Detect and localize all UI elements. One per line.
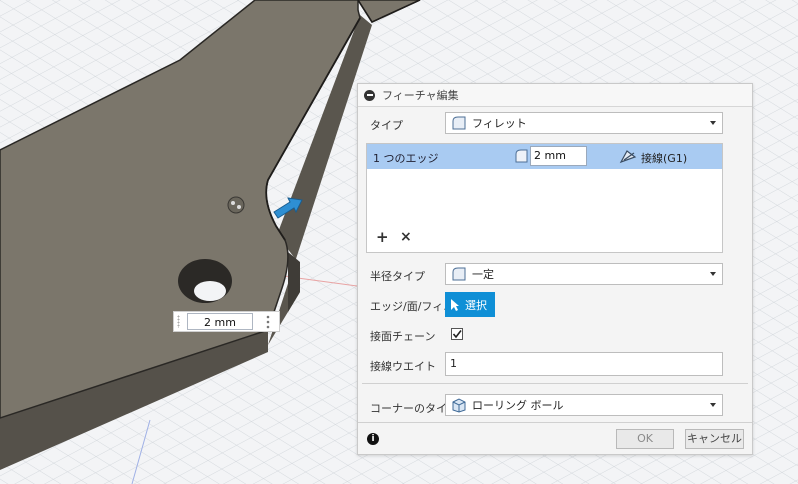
edge-radius-input[interactable]: 2 mm — [530, 146, 587, 166]
fillet-radius-icon — [515, 149, 528, 163]
section-divider — [362, 383, 748, 384]
dimension-value[interactable]: 2 mm — [187, 313, 253, 330]
tangent-chain-checkbox[interactable] — [451, 328, 463, 340]
remove-icon[interactable]: × — [400, 230, 412, 245]
corner-type-select[interactable]: ローリング ボール — [445, 394, 723, 416]
tangent-chain-label: 接面チェーン — [370, 330, 436, 343]
chevron-down-icon — [710, 403, 716, 407]
type-label: タイプ — [370, 119, 403, 132]
sketch-marker-icon — [227, 196, 245, 214]
feature-edit-dialog: フィーチャ編集 タイプ フィレット 1 つのエッジ 2 mm 接線(G1) + … — [357, 83, 753, 455]
constant-radius-icon — [452, 267, 466, 281]
sketch-marker-dot-2 — [237, 205, 241, 209]
select-button[interactable]: 選択 — [445, 292, 495, 317]
radius-type-select[interactable]: 一定 — [445, 263, 723, 285]
more-options-icon[interactable] — [262, 315, 274, 329]
tangent-g1-icon[interactable] — [619, 148, 637, 164]
chevron-down-icon — [710, 272, 716, 276]
checkmark-icon — [452, 330, 462, 339]
tangent-label[interactable]: 接線(G1) — [641, 150, 687, 166]
part-hole-inner — [194, 281, 226, 301]
info-icon[interactable]: i — [367, 433, 379, 445]
ok-button[interactable]: OK — [616, 429, 674, 449]
chevron-down-icon — [710, 121, 716, 125]
dialog-footer: i OK キャンセル — [358, 422, 752, 456]
cursor-arrow-icon — [451, 298, 459, 311]
cancel-button[interactable]: キャンセル — [685, 429, 744, 449]
collapse-icon[interactable] — [364, 89, 375, 101]
radius-type-value: 一定 — [472, 268, 494, 281]
tangent-weight-label: 接線ウエイト — [370, 360, 436, 373]
edge-row-label: 1 つのエッジ — [373, 152, 439, 165]
radius-type-label: 半径タイプ — [370, 270, 425, 283]
type-select[interactable]: フィレット — [445, 112, 723, 134]
edge-selection-list[interactable]: 1 つのエッジ 2 mm 接線(G1) + × — [366, 143, 723, 253]
fillet-icon — [452, 116, 466, 130]
drag-grip-icon[interactable] — [177, 315, 180, 328]
edge-select-label: エッジ/面/フィ… — [370, 300, 455, 313]
add-icon[interactable]: + — [376, 230, 389, 245]
dialog-title-bar[interactable]: フィーチャ編集 — [358, 84, 752, 107]
type-select-value: フィレット — [472, 117, 527, 130]
select-button-label: 選択 — [465, 298, 487, 312]
rolling-ball-icon — [452, 398, 466, 413]
tangent-weight-input[interactable]: 1 — [445, 352, 723, 376]
dialog-title: フィーチャ編集 — [382, 89, 459, 102]
sketch-marker-dot — [231, 201, 235, 205]
edge-row[interactable]: 1 つのエッジ 2 mm 接線(G1) — [367, 144, 722, 169]
corner-type-value: ローリング ボール — [472, 399, 564, 412]
dimension-input[interactable]: 2 mm — [173, 311, 280, 332]
